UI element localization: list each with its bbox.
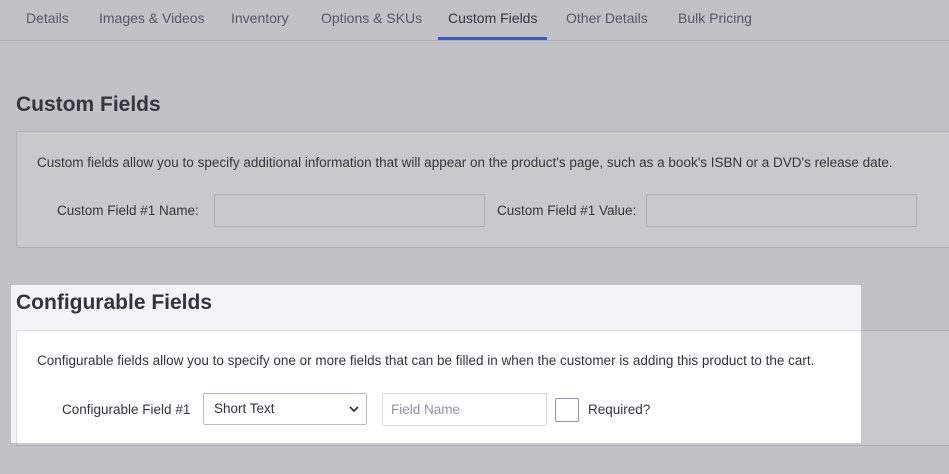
tab-custom-fields[interactable]: Custom Fields <box>438 0 548 40</box>
tab-details[interactable]: Details <box>26 0 69 37</box>
tab-options-skus[interactable]: Options & SKUs <box>321 0 422 37</box>
tab-images-videos[interactable]: Images & Videos <box>99 0 205 37</box>
dim-overlay-bottom <box>0 443 949 474</box>
configurable-field-name-input[interactable] <box>382 393 547 426</box>
configurable-fields-heading: Configurable Fields <box>16 291 213 314</box>
configurable-field-type-select[interactable]: Short Text <box>203 393 367 425</box>
dim-overlay-left <box>0 285 11 443</box>
required-checkbox[interactable] <box>555 398 579 422</box>
custom-fields-heading: Custom Fields <box>16 93 161 116</box>
configurable-fields-description: Configurable fields allow you to specify… <box>37 353 815 368</box>
tab-bar: Details Images & Videos Inventory Option… <box>0 0 949 41</box>
custom-field-value-label: Custom Field #1 Value: <box>497 203 637 218</box>
configurable-fields-panel: Configurable fields allow you to specify… <box>16 330 949 446</box>
custom-field-name-label: Custom Field #1 Name: <box>57 203 199 218</box>
tab-other-details[interactable]: Other Details <box>566 0 648 37</box>
custom-field-value-input[interactable] <box>646 194 917 227</box>
product-editor-page: Details Images & Videos Inventory Option… <box>0 0 949 474</box>
custom-fields-panel: Custom fields allow you to specify addit… <box>16 131 949 248</box>
tab-bulk-pricing[interactable]: Bulk Pricing <box>678 0 752 37</box>
custom-fields-description: Custom fields allow you to specify addit… <box>37 155 893 170</box>
custom-field-name-input[interactable] <box>214 194 485 227</box>
chevron-down-icon <box>349 406 359 413</box>
tab-inventory[interactable]: Inventory <box>231 0 289 37</box>
configurable-field-label: Configurable Field #1 <box>62 402 191 417</box>
configurable-field-type-value: Short Text <box>214 401 275 416</box>
required-label: Required? <box>588 402 651 417</box>
